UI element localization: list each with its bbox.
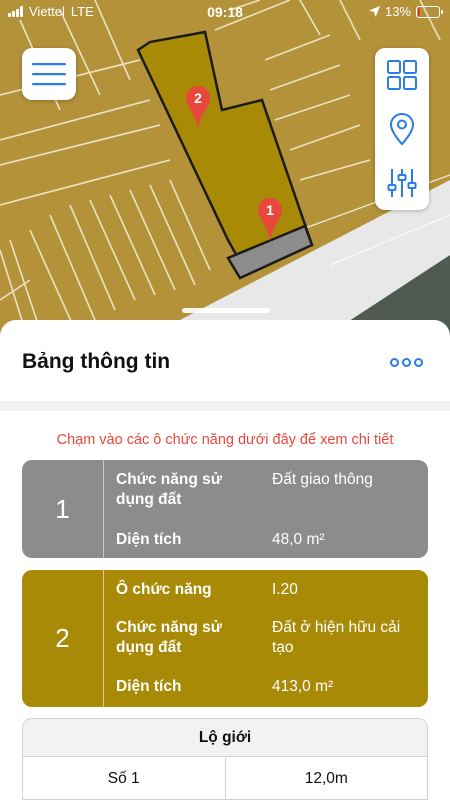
card-details: Chức năng sử dụng đất Đất giao thông Diệ… (104, 460, 428, 558)
area-label: Diện tích (116, 531, 182, 548)
road-width-cell: 12,0m (224, 757, 428, 799)
grid-layers-icon (387, 60, 417, 90)
area-value: 48,0 m² (272, 531, 325, 548)
area-value: 413,0 m² (272, 678, 334, 695)
land-use-value: Đất ở hiện hữu cải tạo (272, 619, 401, 656)
status-right: 13% (368, 4, 443, 19)
map-tools (375, 48, 429, 210)
layers-button[interactable] (375, 48, 429, 102)
function-cell-value: I.20 (272, 581, 298, 598)
road-width-header: Lộ giới (23, 719, 427, 757)
battery-icon (416, 5, 443, 18)
battery-percent: 13% (384, 4, 411, 19)
sheet-title: Bảng thông tin (22, 350, 171, 373)
instruction-text: Chạm vào các ô chức năng dưới đây để xem… (56, 432, 394, 448)
status-bar: Viettel LTE 09:18 13% (0, 0, 450, 24)
card-details: Ô chức năng I.20 Chức năng sử dụng đất Đ… (104, 570, 428, 707)
card-number: 1 (22, 460, 104, 558)
land-use-value: Đất giao thông (272, 471, 373, 488)
location-arrow-icon (368, 6, 380, 17)
land-use-label: Chức năng sử dụng đất (116, 471, 222, 508)
more-dot (402, 357, 411, 367)
location-pin-icon (389, 112, 415, 146)
land-use-card-1[interactable]: 1 Chức năng sử dụng đất Đất giao thông D… (22, 460, 428, 558)
marker-1-label: 1 (266, 202, 274, 218)
sheet-drag-handle[interactable] (182, 308, 270, 313)
more-dot (414, 357, 423, 367)
hamburger-menu-icon (32, 63, 66, 86)
area-label: Diện tích (116, 678, 182, 695)
land-use-card-2[interactable]: 2 Ô chức năng I.20 Chức năng sử dụng đất… (22, 570, 428, 707)
section-divider (0, 401, 450, 411)
marker-2-label: 2 (194, 90, 202, 106)
card-number: 2 (22, 570, 104, 707)
road-name-cell: Số 1 (107, 770, 140, 787)
table-row[interactable]: Số 1 12,0m (23, 757, 428, 799)
filter-button[interactable] (375, 156, 429, 210)
function-cell-label: Ô chức năng (116, 581, 212, 598)
sliders-icon (387, 169, 417, 197)
my-location-button[interactable] (375, 102, 429, 156)
land-use-label: Chức năng sử dụng đất (116, 619, 222, 656)
more-options-icon (390, 357, 399, 367)
menu-button[interactable] (22, 48, 76, 100)
road-width-table: Lộ giới Số 1 12,0m (22, 718, 428, 800)
more-options-button[interactable] (390, 352, 426, 372)
